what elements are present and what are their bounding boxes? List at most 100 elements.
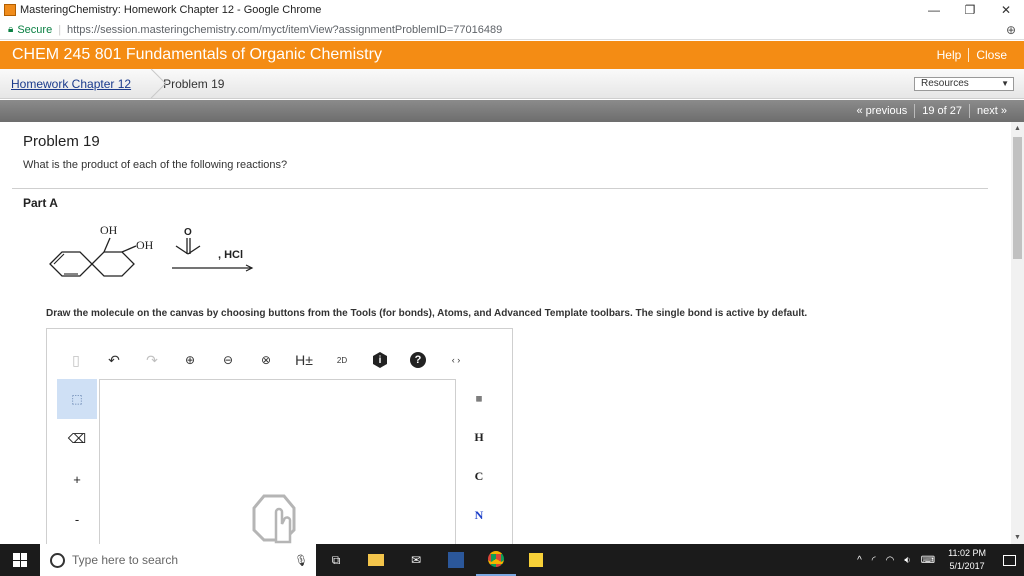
reaction-scheme: OH OH O , HCl: [49, 223, 254, 277]
taskbar-search[interactable]: Type here to search 🎙︎: [40, 544, 316, 576]
problem-content: Problem 19 What is the product of each o…: [0, 122, 1011, 544]
ketone-bond: [175, 245, 189, 255]
info-label: i: [373, 352, 387, 368]
eraser-icon[interactable]: ⌫: [57, 419, 97, 459]
tab-title: MasteringChemistry: Homework Chapter 12 …: [20, 4, 322, 16]
breadcrumb-homework-link[interactable]: Homework Chapter 12: [11, 77, 143, 91]
course-header: CHEM 245 801 Fundamentals of Organic Che…: [0, 41, 1024, 69]
reagent-label: , HCl: [218, 249, 243, 261]
minimize-icon[interactable]: —: [916, 0, 952, 20]
periodic-table-icon[interactable]: ▦: [459, 379, 499, 418]
problem-position: 19 of 27: [922, 105, 963, 117]
show-hidden-icons-icon[interactable]: ^: [852, 555, 867, 566]
undo-icon[interactable]: ↶: [95, 345, 133, 375]
mail-icon[interactable]: ✉: [396, 544, 436, 576]
windows-taskbar: Type here to search 🎙︎ ⧉ ✉ ^ ◜ ◠ 🔉︎ ⌨ 11…: [0, 544, 1024, 576]
microphone-icon[interactable]: 🎙︎: [294, 554, 308, 567]
window-controls: — ❐ ✕: [916, 0, 1024, 20]
page-scrollbar[interactable]: ▲ ▼: [1011, 122, 1024, 544]
carbonyl-o-label: O: [184, 227, 192, 238]
help-icon[interactable]: ?: [399, 345, 437, 375]
next-link[interactable]: next »: [970, 105, 1014, 117]
hydrogen-toggle-button[interactable]: H±: [285, 345, 323, 375]
file-explorer-icon[interactable]: [356, 544, 396, 576]
clock[interactable]: 11:02 PM 5/1/2017: [940, 547, 994, 573]
question-text: What is the product of each of the follo…: [23, 159, 288, 171]
instruction-text: Draw the molecule on the canvas by choos…: [46, 308, 808, 319]
close-window-icon[interactable]: ✕: [988, 0, 1024, 20]
breadcrumb-chevron-icon: [143, 69, 155, 99]
cyclohexane-ring: [91, 251, 135, 277]
course-title: CHEM 245 801 Fundamentals of Organic Che…: [12, 46, 382, 63]
wifi-icon[interactable]: ◠: [881, 555, 900, 566]
editor-toolbar: ▯ ↶ ↷ ⊕ ⊖ ⊗ H± 2D i ? ‹ ›: [57, 343, 497, 377]
breadcrumb-current: Problem 19: [163, 76, 225, 91]
problem-navbar: « previous 19 of 27 next »: [0, 100, 1024, 122]
help-label: ?: [410, 352, 426, 368]
page-title: Problem 19: [23, 133, 100, 150]
atom-c-button[interactable]: C: [459, 457, 499, 496]
divider: [12, 188, 988, 189]
oh-bond-right: [121, 245, 137, 253]
url-text[interactable]: https://session.masteringchemistry.com/m…: [67, 24, 502, 36]
left-toolbar: ⬚ ⌫ + -: [57, 379, 97, 544]
previous-link[interactable]: « previous: [850, 105, 915, 117]
oh-top-label: OH: [100, 223, 118, 237]
part-a-label: Part A: [23, 196, 58, 210]
header-links: Help Close: [930, 48, 1014, 62]
cortana-icon: [50, 552, 65, 568]
start-button[interactable]: [0, 544, 40, 576]
restore-icon[interactable]: ❐: [952, 0, 988, 20]
task-view-icon[interactable]: ⧉: [316, 544, 356, 576]
redo-icon[interactable]: ↷: [133, 345, 171, 375]
notification-icon[interactable]: [994, 544, 1024, 576]
lock-icon: 🔒︎: [8, 24, 14, 35]
sticky-notes-icon[interactable]: [516, 544, 556, 576]
hand-drag-icon: [252, 494, 296, 544]
zoom-icon[interactable]: ⊕: [1006, 23, 1016, 37]
atom-toolbar: ▦ H C N: [459, 379, 499, 544]
clean-2d-button[interactable]: 2D: [323, 345, 361, 375]
chrome-icon[interactable]: [476, 544, 516, 576]
scrollbar-thumb[interactable]: [1013, 137, 1022, 259]
zoom-in-icon[interactable]: ⊕: [171, 345, 209, 375]
clock-date: 5/1/2017: [949, 561, 985, 571]
windows-logo-icon: [13, 553, 27, 567]
search-placeholder: Type here to search: [72, 553, 179, 567]
clear-icon[interactable]: ⊗: [247, 345, 285, 375]
help-link[interactable]: Help: [930, 48, 969, 62]
close-link[interactable]: Close: [969, 48, 1014, 62]
breadcrumb: Homework Chapter 12 Problem 19 Resources…: [0, 69, 1024, 99]
molecule-editor: ▯ ↶ ↷ ⊕ ⊖ ⊗ H± 2D i ? ‹ › ⬚ ⌫ + - ▦ H C …: [46, 328, 513, 544]
increase-charge-button[interactable]: +: [57, 459, 97, 499]
benzene-ring: [49, 251, 93, 277]
word-icon[interactable]: [436, 544, 476, 576]
drawing-canvas[interactable]: [99, 379, 456, 544]
oh-bond-top: [103, 237, 111, 253]
system-tray: ^ ◜ ◠ 🔉︎ ⌨ 11:02 PM 5/1/2017: [852, 544, 1024, 576]
resources-label: Resources: [921, 78, 969, 89]
keyboard-icon[interactable]: ⌨: [916, 555, 940, 566]
clean-2d-label: 2D: [336, 355, 348, 365]
select-tool-icon[interactable]: ⬚: [57, 379, 97, 419]
address-bar[interactable]: 🔒︎ Secure | https://session.masteringche…: [0, 20, 1024, 40]
decrease-charge-button[interactable]: -: [57, 499, 97, 539]
browser-titlebar: MasteringChemistry: Homework Chapter 12 …: [0, 0, 1024, 20]
dropdown-arrow-icon: ▼: [1001, 79, 1009, 88]
address-separator: |: [58, 23, 62, 36]
mastering-favicon-icon: [4, 4, 16, 16]
scroll-up-icon[interactable]: ▲: [1014, 125, 1021, 132]
zoom-out-icon[interactable]: ⊖: [209, 345, 247, 375]
atom-h-button[interactable]: H: [459, 418, 499, 457]
oh-right-label: OH: [136, 238, 154, 252]
volume-icon[interactable]: 🔉︎: [899, 555, 915, 566]
resources-dropdown[interactable]: Resources ▼: [914, 77, 1014, 91]
new-document-icon[interactable]: ▯: [57, 345, 95, 375]
network-icon[interactable]: ◜: [867, 555, 881, 566]
info-icon[interactable]: i: [361, 345, 399, 375]
scroll-down-icon[interactable]: ▼: [1014, 534, 1021, 541]
toolbar-scroll-icon[interactable]: ‹ ›: [437, 345, 475, 375]
atom-n-button[interactable]: N: [459, 496, 499, 535]
taskbar-apps: ⧉ ✉: [316, 544, 556, 576]
clock-time: 11:02 PM: [948, 548, 986, 558]
